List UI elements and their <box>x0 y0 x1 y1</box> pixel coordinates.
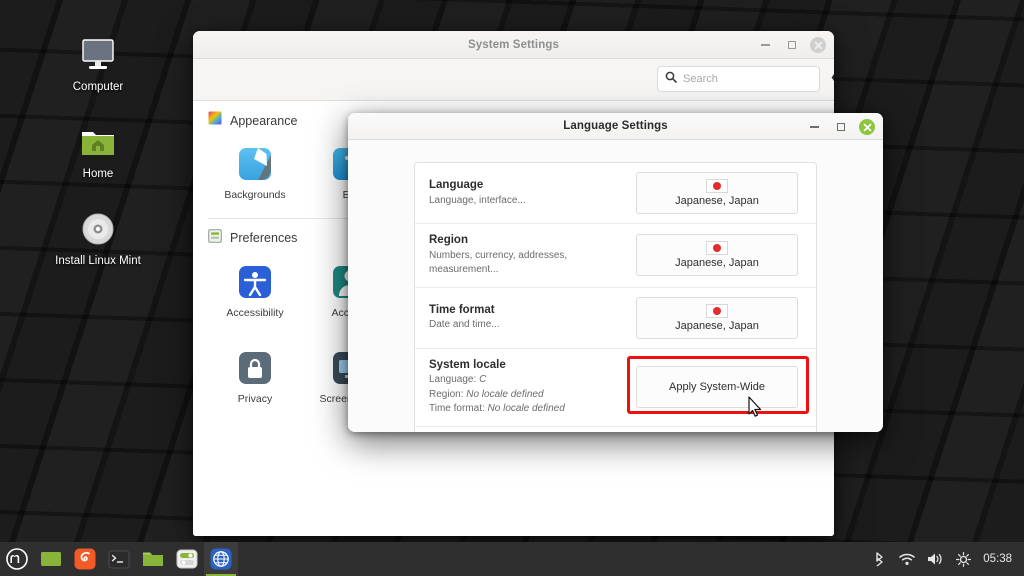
row-subtitle: Numbers, currency, addresses, measuremen… <box>429 249 568 276</box>
system-settings-titlebar[interactable]: System Settings <box>193 31 834 59</box>
row-subtitle: Date and time... <box>429 319 500 331</box>
time-format-picker-button[interactable]: Japanese, Japan <box>636 296 798 339</box>
firefox-icon[interactable] <box>68 542 102 576</box>
row-title: Time format <box>429 303 495 316</box>
backgrounds-icon <box>235 144 275 184</box>
time-format-picker-label: Japanese, Japan <box>675 319 759 332</box>
close-icon[interactable] <box>859 119 875 135</box>
region-picker-label: Japanese, Japan <box>675 257 759 270</box>
terminal-icon[interactable] <box>102 542 136 576</box>
minimize-icon[interactable] <box>807 120 822 135</box>
settings-item-backgrounds[interactable]: Backgrounds <box>208 140 302 206</box>
language-settings-body: Language Language, interface... Japanese… <box>348 140 883 432</box>
taskbar: 05:38 <box>0 542 1024 576</box>
system-locale-language-line: Language: C <box>429 373 626 388</box>
preferences-section-icon <box>208 228 222 248</box>
show-desktop-icon[interactable] <box>34 542 68 576</box>
close-icon[interactable] <box>810 37 826 53</box>
taskbar-launchers <box>0 542 238 576</box>
accessibility-icon <box>235 262 275 302</box>
system-locale-region-label: Region: <box>429 388 464 400</box>
desktop-icon-install-linux-mint[interactable]: Install Linux Mint <box>48 208 148 269</box>
language-settings-icon[interactable] <box>204 542 238 576</box>
settings-item-label: Accessibility <box>226 306 284 319</box>
system-locale-language-label: Language: <box>429 374 477 386</box>
install-disc-icon <box>76 208 120 250</box>
system-locale-region-line: Region: No locale defined <box>429 388 626 403</box>
desktop-icon-computer[interactable]: Computer <box>48 34 148 95</box>
brightness-icon[interactable] <box>955 551 971 567</box>
japan-flag-icon <box>706 179 728 193</box>
home-folder-icon <box>76 121 120 163</box>
row-action: Japanese, Japan <box>636 172 802 214</box>
system-locale-language-value: C <box>479 374 487 386</box>
row-action: Japanese, Japan <box>636 234 802 277</box>
desktop-icon-label: Computer <box>72 81 124 93</box>
apply-system-wide-button[interactable]: Apply System-Wide <box>636 366 798 409</box>
clear-search-icon[interactable] <box>831 70 834 88</box>
linux-mint-menu-button[interactable] <box>0 542 34 576</box>
row-title: Region <box>429 234 468 246</box>
row-text: Region Numbers, currency, addresses, mea… <box>429 233 636 278</box>
row-subtitle: Language, interface... <box>429 194 526 206</box>
system-locale-time-format-value: No locale defined <box>487 403 565 415</box>
language-settings-list: Language Language, interface... Japanese… <box>414 162 817 432</box>
search-input[interactable] <box>683 73 825 85</box>
desktop-icon-label: Install Linux Mint <box>55 254 141 267</box>
language-settings-dialog[interactable]: Language Settings Language Language, int… <box>348 113 883 432</box>
row-text: Language Language, interface... <box>429 178 636 208</box>
system-locale-time-format-label: Time format: <box>429 403 485 415</box>
language-settings-title: Language Settings <box>563 120 668 132</box>
system-tray: 05:38 <box>871 551 1024 567</box>
search-box[interactable] <box>657 66 834 92</box>
region-picker-button[interactable]: Japanese, Japan <box>636 234 798 277</box>
files-icon[interactable] <box>136 542 170 576</box>
japan-flag-icon <box>706 241 728 256</box>
privacy-icon <box>235 348 275 388</box>
appearance-section-icon <box>208 111 222 130</box>
row-action: Japanese, Japan <box>636 296 802 339</box>
desktop-icon-home[interactable]: Home <box>48 121 148 182</box>
settings-item-privacy[interactable]: Privacy <box>208 344 302 422</box>
settings-item-accessibility[interactable]: Accessibility <box>208 258 302 336</box>
language-row-language: Language Language, interface... Japanese… <box>415 163 816 224</box>
section-title: Appearance <box>230 113 298 128</box>
row-title: System locale <box>429 358 506 371</box>
system-settings-icon[interactable] <box>170 542 204 576</box>
language-picker-button[interactable]: Japanese, Japan <box>636 172 798 214</box>
system-locale-time-format-line: Time format: No locale defined <box>429 402 626 417</box>
row-text: System locale Language: C Region: No loc… <box>429 358 636 417</box>
section-title: Preferences <box>230 231 298 246</box>
settings-item-label: Privacy <box>237 392 273 405</box>
volume-icon[interactable] <box>927 551 943 567</box>
row-title: Language <box>429 178 484 191</box>
language-settings-window-controls <box>807 113 875 141</box>
bluetooth-icon[interactable] <box>871 551 887 567</box>
row-text: Time format Date and time... <box>429 303 636 333</box>
system-settings-toolbar <box>193 59 834 101</box>
language-row-language-support: Language support 24 languages installed … <box>415 427 816 432</box>
maximize-icon[interactable] <box>833 120 848 135</box>
search-icon <box>665 70 677 88</box>
system-settings-title: System Settings <box>468 38 559 51</box>
settings-item-label: Backgrounds <box>224 189 286 201</box>
maximize-icon[interactable] <box>784 38 799 53</box>
system-locale-region-value: No locale defined <box>466 388 544 400</box>
row-action: Apply System-Wide <box>627 356 809 417</box>
desktop-icon-list: Computer Home Install Linux Mint <box>48 34 148 268</box>
language-picker-label: Japanese, Japan <box>675 195 759 207</box>
desktop-icon-label: Home <box>82 167 114 180</box>
clock[interactable]: 05:38 <box>983 553 1012 565</box>
system-settings-window-controls <box>758 31 826 59</box>
wifi-icon[interactable] <box>899 551 915 567</box>
computer-icon <box>76 34 120 76</box>
japan-flag-icon <box>706 303 728 318</box>
language-row-time-format: Time format Date and time... Japanese, J… <box>415 288 816 349</box>
language-row-system-locale: System locale Language: C Region: No loc… <box>415 349 816 427</box>
language-row-region: Region Numbers, currency, addresses, mea… <box>415 224 816 288</box>
language-settings-titlebar[interactable]: Language Settings <box>348 113 883 140</box>
minimize-icon[interactable] <box>758 38 773 53</box>
